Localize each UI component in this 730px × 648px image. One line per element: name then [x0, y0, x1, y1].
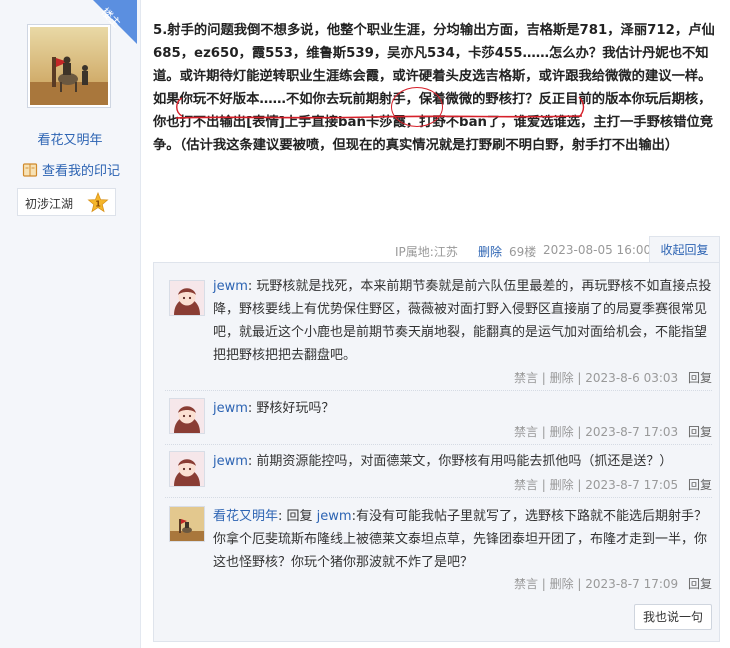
comment-footer: 禁言 | 删除 | 2023-8-7 17:05 回复 — [514, 476, 712, 493]
avatar-image — [170, 507, 204, 541]
comment-avatar[interactable] — [169, 398, 205, 434]
delete-link[interactable]: 删除 — [478, 243, 502, 260]
book-icon — [22, 162, 38, 177]
annotation-bracket-right — [578, 96, 585, 118]
comment-text: 玩野核就是找死，本来前期节奏就是前六队伍里最差的，再玩野核不如直接点投降，野核要… — [213, 279, 712, 363]
comment-text: 野核好玩吗？ — [256, 401, 335, 416]
reply-link[interactable]: 回复 — [688, 425, 712, 439]
view-imprint-link[interactable]: 查看我的印记 — [22, 160, 120, 179]
view-imprint-label: 查看我的印记 — [42, 164, 121, 179]
colon: : — [278, 509, 287, 524]
comment-user-link[interactable]: jewm — [213, 279, 248, 294]
ip-location: IP属地:江苏 — [395, 245, 458, 259]
reply-input-button[interactable]: 我也说一句 — [634, 604, 712, 630]
comment-body: jewm: 前期资源能控吗，对面德莱文，你野核有用吗能去抓他吗（抓还是送？） — [213, 450, 713, 473]
annotation-bracket-left — [176, 97, 183, 117]
username-link[interactable]: 看花又明年 — [0, 129, 140, 148]
comment-footer: 禁言 | 删除 | 2023-8-6 03:03 回复 — [514, 369, 712, 386]
post-time: 2023-08-05 16:00 — [543, 243, 652, 257]
reply-link[interactable]: 回复 — [688, 577, 712, 591]
avatar-image — [30, 27, 108, 105]
reply-prefix: 回复 — [286, 509, 317, 524]
level-number: 1 — [95, 200, 101, 209]
comment-avatar[interactable] — [169, 451, 205, 487]
comment-actions[interactable]: 禁言 | 删除 | 2023-8-6 03:03 — [514, 371, 678, 385]
comment-divider — [165, 390, 712, 391]
comment-user-link[interactable]: 看花又明年 — [213, 509, 278, 524]
comment-avatar[interactable] — [169, 506, 205, 542]
annotation-circle — [391, 87, 443, 127]
reply-link[interactable]: 回复 — [688, 371, 712, 385]
post-content: 5.射手的问题我倒不想多说，他整个职业生涯，分均输出方面，吉格斯是781，泽丽7… — [153, 23, 715, 153]
level-name: 初涉江湖 — [25, 197, 74, 211]
reply-link[interactable]: 回复 — [688, 478, 712, 492]
star-badge-icon: 1 — [87, 192, 109, 213]
collapse-replies-button[interactable]: 收起回复 — [649, 236, 720, 263]
comment-footer: 禁言 | 删除 | 2023-8-7 17:03 回复 — [514, 423, 712, 440]
comment-avatar[interactable] — [169, 280, 205, 316]
reply-target-link[interactable]: jewm — [317, 509, 352, 524]
comment-divider — [165, 497, 712, 498]
annotation-underline — [175, 115, 583, 119]
comment-body: jewm: 野核好玩吗？ — [213, 397, 713, 420]
anime-avatar-icon — [170, 281, 204, 315]
user-avatar[interactable] — [27, 24, 111, 108]
comment-actions[interactable]: 禁言 | 删除 | 2023-8-7 17:09 — [514, 577, 678, 591]
post-meta: IP属地:江苏 删除 69楼 2023-08-05 16:00 — [0, 240, 730, 262]
comment-text: 前期资源能控吗，对面德莱文，你野核有用吗能去抓他吗（抓还是送？） — [256, 454, 673, 469]
anime-avatar-icon — [170, 452, 204, 486]
anime-avatar-icon — [170, 399, 204, 433]
comment-user-link[interactable]: jewm — [213, 454, 248, 469]
comment-actions[interactable]: 禁言 | 删除 | 2023-8-7 17:03 — [514, 425, 678, 439]
comment-body: jewm: 玩野核就是找死，本来前期节奏就是前六队伍里最差的，再玩野核不如直接点… — [213, 275, 713, 367]
comment-actions[interactable]: 禁言 | 删除 | 2023-8-7 17:05 — [514, 478, 678, 492]
floor-number: 69楼 — [509, 245, 537, 259]
level-badge[interactable]: 初涉江湖 1 — [17, 188, 116, 216]
comment-divider — [165, 444, 712, 445]
comment-body: 看花又明年: 回复 jewm:有没有可能我帖子里就写了，选野核下路就不能选后期射… — [213, 505, 713, 574]
comment-footer: 禁言 | 删除 | 2023-8-7 17:09 回复 — [514, 575, 712, 592]
comment-user-link[interactable]: jewm — [213, 401, 248, 416]
